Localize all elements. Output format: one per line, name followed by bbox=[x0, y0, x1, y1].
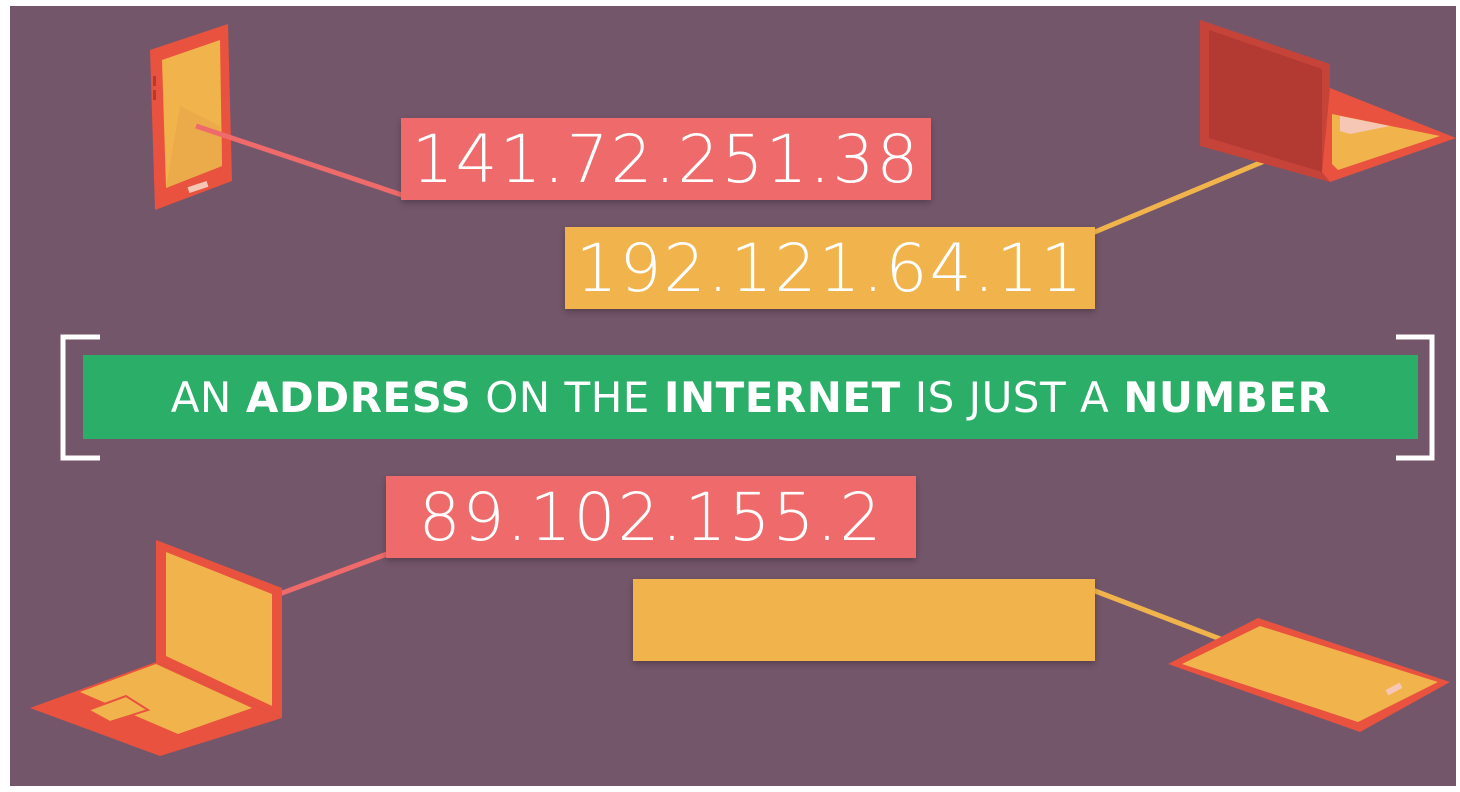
headline-banner: AN ADDRESS ON THE INTERNET IS JUST A NUM… bbox=[83, 355, 1418, 439]
banner-word: ON THE bbox=[485, 372, 650, 422]
banner-word: NUMBER bbox=[1123, 372, 1331, 422]
infographic: 141.72.251.38 192.121.64.11 89.102.155.2… bbox=[0, 0, 1460, 792]
illustration-canvas: 141.72.251.38 192.121.64.11 89.102.155.2… bbox=[10, 6, 1456, 786]
connector-line bbox=[1089, 149, 1287, 237]
ip-address-label: 192.121.64.11 bbox=[565, 227, 1095, 309]
banner-word: IS JUST A bbox=[914, 372, 1110, 422]
phone-icon bbox=[150, 24, 232, 210]
banner-word: INTERNET bbox=[663, 372, 901, 422]
banner-word: ADDRESS bbox=[245, 372, 472, 422]
banner-word: AN bbox=[170, 372, 232, 422]
ip-address-label: 89.102.155.2 bbox=[386, 476, 916, 558]
laptop-icon bbox=[1200, 20, 1456, 182]
blank-address-label bbox=[633, 579, 1095, 661]
laptop-icon bbox=[30, 540, 282, 756]
ip-address-label: 141.72.251.38 bbox=[401, 118, 931, 200]
